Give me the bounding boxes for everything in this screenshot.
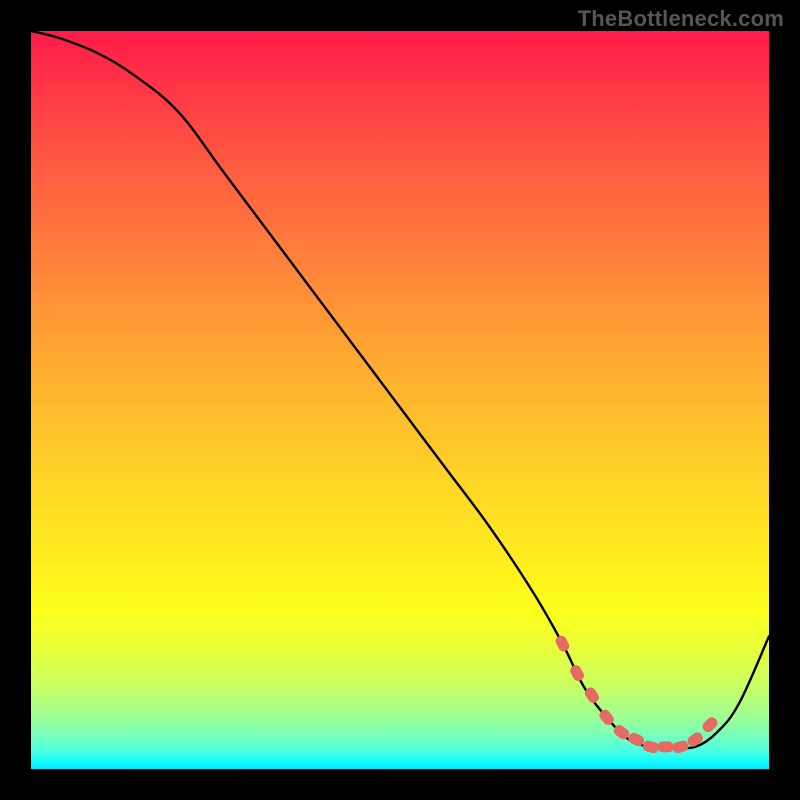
optimal-marker	[671, 740, 689, 755]
bottleneck-curve-path	[31, 31, 769, 748]
optimal-marker	[658, 741, 674, 752]
optimal-marker	[642, 740, 660, 755]
optimal-marker	[686, 730, 705, 748]
chart-svg	[31, 31, 769, 769]
optimal-marker	[554, 634, 571, 653]
watermark-text: TheBottleneck.com	[578, 6, 784, 32]
bottleneck-curve	[31, 31, 769, 748]
optimal-zone-markers	[554, 634, 720, 754]
optimal-marker	[568, 663, 585, 682]
chart-stage: TheBottleneck.com	[0, 0, 800, 800]
